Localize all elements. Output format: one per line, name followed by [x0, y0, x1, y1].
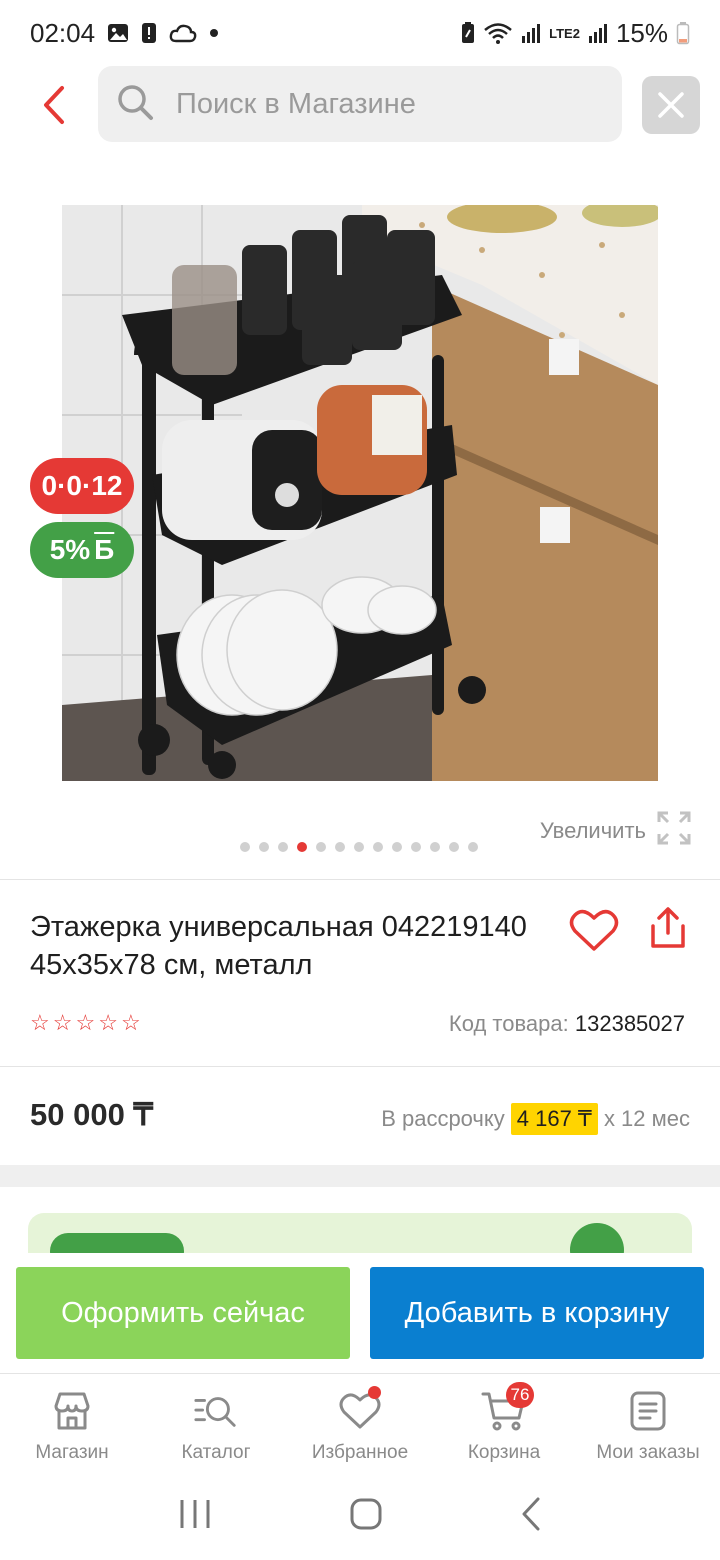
search-input[interactable] [176, 87, 576, 121]
bonus-percent: 5% [49, 534, 91, 565]
installment-label: В рассрочку [381, 1106, 505, 1131]
rating-stars: ☆ ☆ ☆ ☆ ☆ [30, 1012, 141, 1034]
gallery-dot[interactable] [259, 842, 269, 852]
chevron-left-icon [44, 86, 64, 124]
expand-icon [656, 810, 692, 852]
nav-label-orders: Мои заказы [596, 1442, 700, 1463]
share-icon [651, 907, 685, 948]
add-to-cart-button[interactable]: Добавить в корзину [370, 1267, 704, 1359]
installment-term: x 12 мес [603, 1106, 690, 1131]
checkout-now-button[interactable]: Оформить сейчас [16, 1267, 350, 1359]
gallery-dot[interactable] [373, 842, 383, 852]
gallery-dot[interactable] [392, 842, 402, 852]
nav-item-favorites[interactable]: Избранное [288, 1374, 432, 1473]
home-button[interactable] [349, 1497, 383, 1536]
product-image[interactable] [62, 205, 658, 781]
nav-item-catalog[interactable]: Каталог [144, 1374, 288, 1473]
status-bar: 02:04 LTE2 15% [0, 0, 720, 66]
gallery-dot[interactable] [430, 842, 440, 852]
action-bar: Оформить сейчас Добавить в корзину [0, 1253, 720, 1373]
product-title: Этажерка универсальная 042219140 45x35x7… [30, 911, 527, 981]
nav-label-favorites: Избранное [311, 1442, 409, 1463]
product-code-value: 132385027 [574, 1011, 685, 1036]
promo-card[interactable] [28, 1213, 692, 1253]
divider [0, 879, 720, 880]
product-photo [62, 205, 658, 781]
notification-dot-icon [209, 28, 219, 38]
nav-label-cart: Корзина [467, 1442, 541, 1463]
share-button[interactable] [644, 904, 692, 952]
nav-item-orders[interactable]: Мои заказы [576, 1374, 720, 1473]
nav-item-store[interactable]: Магазин [0, 1374, 144, 1473]
product-price: 50 000 ₸ [30, 1097, 154, 1132]
search-icon [116, 83, 154, 126]
bonus-currency-symbol: Б [94, 534, 115, 565]
installment-amount: 4 167 ₸ [510, 1103, 598, 1135]
star-icon: ☆ [120, 1010, 141, 1035]
clear-search-button[interactable] [642, 76, 700, 134]
nav-item-cart[interactable]: 76 Корзина [432, 1374, 576, 1473]
close-icon [658, 92, 684, 118]
installment-info[interactable]: В рассрочку 4 167 ₸ x 12 мес [381, 1103, 690, 1135]
battery-percent: 15% [615, 17, 668, 48]
wifi-icon [483, 21, 513, 45]
orders-icon [625, 1388, 671, 1434]
product-code-label: Код товара: [448, 1011, 569, 1036]
star-icon: ☆ [52, 1010, 73, 1035]
star-icon: ☆ [98, 1010, 118, 1035]
heart-icon [569, 909, 619, 951]
gallery-dot[interactable] [449, 842, 459, 852]
bonus-coin-icon [570, 1223, 624, 1253]
nav-label-catalog: Каталог [181, 1442, 251, 1463]
search-header [0, 66, 720, 144]
signal-icon [521, 22, 541, 44]
recent-apps-icon [180, 1500, 210, 1528]
product-code: Код товара: 132385027 [449, 1011, 685, 1037]
gallery-dot[interactable] [411, 842, 421, 852]
zoom-label: Увеличить [539, 818, 646, 843]
promo-pill [50, 1233, 184, 1253]
zoom-button[interactable]: Увеличить [540, 810, 692, 852]
star-icon: ☆ [30, 1010, 50, 1035]
catalog-search-icon [193, 1388, 239, 1434]
search-bar[interactable] [98, 66, 622, 142]
gallery-icon [107, 22, 129, 44]
status-time: 02:04 [30, 17, 96, 48]
home-icon [350, 1498, 382, 1530]
gallery-dot[interactable] [240, 842, 250, 852]
favorites-indicator-dot [368, 1386, 381, 1399]
gallery-dot[interactable] [297, 842, 307, 852]
installment-badge-text: 0·0·12 [41, 470, 123, 501]
cart-count-badge: 76 [506, 1382, 534, 1408]
nav-label-store: Магазин [35, 1442, 109, 1463]
alert-icon [141, 21, 157, 45]
store-icon [49, 1388, 95, 1434]
favorite-button[interactable] [568, 906, 620, 954]
installment-badge: 0·0·12 [30, 458, 134, 514]
battery-icon [676, 21, 690, 45]
gallery-pagination [240, 842, 478, 852]
section-separator [0, 1165, 720, 1187]
recent-apps-button[interactable] [178, 1498, 212, 1535]
bonus-badge: 5% Б [30, 522, 134, 578]
cloud-icon [169, 23, 197, 43]
signal-2-icon [588, 22, 608, 44]
system-back-button[interactable] [520, 1497, 542, 1536]
network-type-label: LTE2 [549, 25, 580, 41]
divider [0, 1066, 720, 1067]
gallery-dot[interactable] [354, 842, 364, 852]
gallery-dot[interactable] [468, 842, 478, 852]
bottom-navigation: Магазин Каталог Избранное 76 Корзина Мои… [0, 1373, 720, 1473]
gallery-dot[interactable] [316, 842, 326, 852]
gallery-dot[interactable] [335, 842, 345, 852]
back-button[interactable] [28, 78, 78, 132]
system-navigation [0, 1473, 720, 1560]
back-arrow-icon [522, 1497, 540, 1531]
battery-saver-icon [461, 21, 475, 45]
star-icon: ☆ [75, 1010, 96, 1035]
gallery-dot[interactable] [278, 842, 288, 852]
